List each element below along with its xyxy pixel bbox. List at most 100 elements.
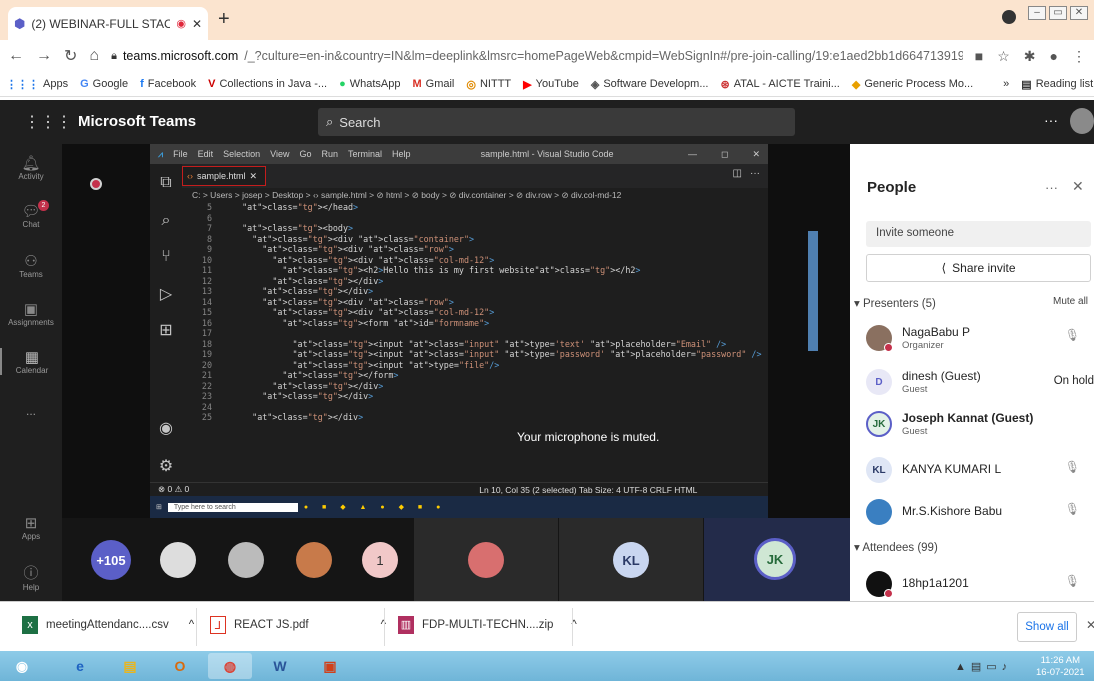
star-icon[interactable]: ☆ (997, 48, 1010, 65)
app-icon[interactable]: ▣ (308, 653, 352, 679)
chevron-up-icon[interactable]: ^ (189, 619, 194, 631)
code-line[interactable]: 11 "at">class="tg"><h2>Hello this is my … (182, 265, 641, 276)
overflow-participants-button[interactable]: +105 (91, 540, 131, 580)
attendees-header[interactable]: ▾ Attendees (99) (854, 540, 938, 554)
participant-tile-kl[interactable]: KL (559, 518, 703, 601)
extensions-icon[interactable]: ✱ (1024, 48, 1036, 65)
close-window-button[interactable]: ✕ (1070, 6, 1088, 20)
bookmark-software[interactable]: ◈ Software Developm... (591, 78, 709, 91)
profile-indicator-icon[interactable] (1002, 10, 1016, 24)
breadcrumb[interactable]: C: > Users > josep > Desktop > ‹› sample… (182, 188, 768, 202)
participant-row[interactable]: Mr.S.Kishore Babu 🎙︎ (866, 496, 1094, 532)
reload-icon[interactable]: ↻ (64, 46, 77, 66)
cursor-status[interactable]: Ln 10, Col 35 (2 selected) Tab Size: 4 U… (479, 485, 697, 495)
show-all-button[interactable]: Show all (1017, 612, 1077, 642)
close-icon[interactable]: ✕ (1072, 178, 1084, 195)
code-line[interactable]: 22 "at">class="tg"></div> (182, 381, 383, 392)
code-line[interactable]: 23 "at">class="tg"></div> (182, 391, 373, 402)
participant-tile[interactable] (414, 518, 558, 601)
share-invite-button[interactable]: ⟨ Share invite (866, 254, 1091, 282)
split-editor-icon[interactable]: ◫ (733, 168, 742, 179)
settings-gear-icon[interactable]: ⚙ (156, 456, 176, 476)
bookmarks-overflow[interactable]: » (1003, 78, 1009, 90)
reading-list[interactable]: ▤ Reading list (1021, 78, 1093, 91)
code-line[interactable]: 18 "at">class="tg"><input "at">class="in… (182, 339, 726, 350)
code-line[interactable]: 7 "at">class="tg"><body> (182, 223, 353, 234)
app-launcher-icon[interactable]: ⋮⋮⋮ (24, 112, 72, 132)
bookmark-whatsapp[interactable]: ● WhatsApp (339, 78, 400, 90)
bookmark-collections[interactable]: V Collections in Java -... (208, 78, 327, 90)
code-line[interactable]: 10 "at">class="tg"><div "at">class="col-… (182, 255, 494, 266)
menu-view[interactable]: View (270, 149, 289, 159)
participant-count-avatar[interactable]: 1 (362, 542, 398, 578)
code-line[interactable]: 6 (182, 213, 232, 224)
menu-go[interactable]: Go (300, 149, 312, 159)
outlook-icon[interactable]: O (158, 653, 202, 679)
code-line[interactable]: 13 "at">class="tg"></div> (182, 286, 373, 297)
vs-minimize-icon[interactable]: — (688, 149, 697, 159)
search-icon[interactable]: ⌕ (156, 212, 176, 230)
rail-item-activity[interactable]: 🔔︎ Activity (0, 154, 62, 181)
bookmark-facebook[interactable]: f Facebook (140, 78, 196, 90)
new-tab-button[interactable]: + (218, 8, 230, 31)
camera-icon[interactable]: ■ (975, 48, 983, 65)
minimize-button[interactable]: – (1028, 6, 1046, 20)
code-line[interactable]: 24 (182, 402, 232, 413)
code-line[interactable]: 5 "at">class="tg"></head> (182, 202, 358, 213)
rail-item-chat[interactable]: 💬︎ Chat 2 (0, 200, 62, 229)
participant-row[interactable]: 18hp1a1201 🎙︎ (866, 568, 1094, 604)
editor-tab[interactable]: ‹› sample.html ✕ (182, 166, 266, 186)
rail-item-assignments[interactable]: ▣ Assignments (0, 300, 62, 327)
participant-tile-jk[interactable]: JK (704, 518, 850, 601)
extensions-icon[interactable]: ⊞ (156, 320, 176, 340)
rail-item-apps[interactable]: ⊞ Apps (0, 514, 62, 541)
code-line[interactable]: 15 "at">class="tg"><div "at">class="col-… (182, 307, 494, 318)
rail-item-help[interactable]: ⓘ Help (0, 562, 62, 592)
participant-avatar[interactable] (296, 542, 332, 578)
participant-avatar[interactable] (228, 542, 264, 578)
bookmark-nittt[interactable]: ◎ NITTT (466, 78, 511, 91)
participant-row[interactable]: KL KANYA KUMARI L 🎙︎ (866, 454, 1094, 490)
menu-help[interactable]: Help (392, 149, 411, 159)
explorer-icon[interactable]: ⧉ (156, 174, 176, 192)
code-line[interactable]: 12 "at">class="tg"></div> (182, 276, 383, 287)
bookmark-google[interactable]: G Google (80, 78, 128, 90)
menu-file[interactable]: File (173, 149, 188, 159)
download-item[interactable]: x meetingAttendanc....csv ^ (22, 616, 194, 634)
download-item[interactable]: ▥ FDP-MULTI-TECHN....zip ^ (398, 616, 577, 634)
maximize-button[interactable]: ▭ (1049, 6, 1067, 20)
editor-tab-close-icon[interactable]: ✕ (250, 171, 258, 182)
source-control-icon[interactable]: ⑂ (156, 248, 176, 266)
people-more-icon[interactable]: ··· (1045, 180, 1058, 195)
tray-icons[interactable]: ▲▤▭♪ (955, 660, 1012, 673)
participant-avatar[interactable] (160, 542, 196, 578)
tab-close-icon[interactable]: ✕ (192, 17, 202, 31)
editor-scrollbar[interactable] (808, 231, 818, 351)
menu-selection[interactable]: Selection (223, 149, 260, 159)
account-icon[interactable]: ◉ (156, 418, 176, 438)
url-field[interactable]: 🔒︎ teams.microsoft.com /_?culture=en-in&c… (111, 44, 963, 68)
code-line[interactable]: 9 "at">class="tg"><div "at">class="row"> (182, 244, 454, 255)
participant-row[interactable]: D dinesh (Guest) Guest On hold (866, 366, 1094, 402)
code-line[interactable]: 14 "at">class="tg"><div "at">class="row"… (182, 297, 454, 308)
mute-all-button[interactable]: Mute all (1053, 296, 1088, 307)
menu-edit[interactable]: Edit (198, 149, 214, 159)
editor-more-icon[interactable]: ··· (750, 168, 760, 179)
download-item[interactable]: ⅃ REACT JS.pdf ^ (210, 616, 386, 634)
ie-icon[interactable]: e (58, 653, 102, 679)
chrome-icon[interactable]: ◍ (208, 653, 252, 679)
code-line[interactable]: 25 "at">class="tg"></div> (182, 412, 363, 423)
menu-run[interactable]: Run (322, 149, 339, 159)
home-icon[interactable]: ⌂ (89, 47, 99, 65)
menu-terminal[interactable]: Terminal (348, 149, 382, 159)
rail-item-calendar[interactable]: ▦ Calendar (0, 348, 62, 375)
presenters-header[interactable]: ▾ Presenters (5) (854, 296, 936, 310)
search-input[interactable]: ⌕ Search (318, 108, 795, 136)
code-line[interactable]: 20 "at">class="tg"><input "at">type="fil… (182, 360, 499, 371)
vs-close-icon[interactable]: ✕ (752, 149, 760, 160)
user-avatar[interactable] (1070, 108, 1094, 134)
close-icon[interactable]: ✕ (1086, 618, 1094, 632)
rail-more-icon[interactable]: ... (0, 404, 62, 418)
bookmark-gmail[interactable]: M Gmail (412, 78, 454, 90)
bookmark-youtube[interactable]: ▶ YouTube (523, 78, 579, 91)
